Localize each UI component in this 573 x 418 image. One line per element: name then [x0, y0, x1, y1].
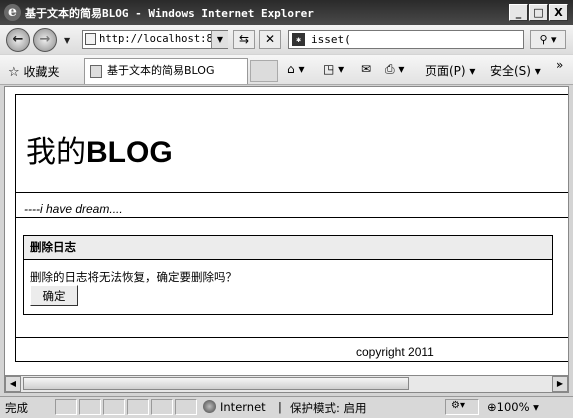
- address-input[interactable]: http://localhost:8: [82, 30, 228, 49]
- favorites-label: 收藏夹: [23, 65, 60, 79]
- mail-button[interactable]: ✉: [361, 62, 371, 76]
- status-cell: [55, 399, 77, 415]
- minimize-button[interactable]: _: [509, 4, 528, 21]
- horizontal-scrollbar[interactable]: ◀ ▶: [4, 376, 569, 393]
- protected-mode: 保护模式: 启用: [290, 401, 367, 415]
- compatibility-view-button[interactable]: ⇆: [233, 30, 255, 49]
- zoom-value: 100%: [496, 400, 530, 414]
- favorites-bar: ☆ 收藏夹 基于文本的简易BLOG ⌂ ▾ ◳ ▾ ✉ ⎙ ▾ 页面(P) ▾ …: [0, 55, 573, 85]
- status-bar: 完成 Internet | 保护模式: 启用 ⚙▾ ⊕100% ▾: [0, 396, 573, 418]
- browser-tab[interactable]: 基于文本的简易BLOG: [84, 58, 248, 84]
- security-cell[interactable]: ⚙▾: [445, 399, 479, 415]
- printer-icon: ⎙: [385, 62, 395, 76]
- search-provider-icon: ✱: [292, 33, 305, 46]
- rss-icon: ◳: [323, 62, 335, 76]
- chevron-down-icon: ▼: [216, 35, 224, 44]
- address-text: http://localhost:8: [99, 33, 213, 45]
- zone-text: Internet: [220, 400, 266, 414]
- status-cell: [127, 399, 149, 415]
- maximize-button[interactable]: □: [529, 4, 548, 21]
- more-commands-icon[interactable]: »: [556, 58, 563, 72]
- refresh-arrows-icon: ⇆: [238, 32, 250, 46]
- confirm-button[interactable]: 确定: [30, 285, 78, 306]
- dialog-title: 删除日志: [24, 236, 552, 260]
- safety-menu-label: 安全(S): [490, 64, 531, 78]
- zone-indicator: Internet: [203, 400, 266, 414]
- ie-logo-icon: e: [4, 4, 21, 21]
- tab-page-icon: [90, 64, 102, 78]
- page-viewport: 我的BLOG ----i have dream.... 删除日志 删除的日志将无…: [4, 86, 569, 376]
- forward-arrow-icon: →: [39, 32, 51, 47]
- favorites-star-icon: ☆: [8, 65, 20, 80]
- footer-divider: [16, 337, 568, 338]
- zoom-control[interactable]: ⊕100% ▾: [487, 400, 539, 414]
- blog-page: 我的BLOG ----i have dream.... 删除日志 删除的日志将无…: [15, 94, 568, 362]
- tagline: ----i have dream....: [24, 202, 123, 216]
- security-icon: ⚙▾: [451, 400, 465, 411]
- window-title: 基于文本的简易BLOG - Windows Internet Explorer: [25, 7, 314, 20]
- new-tab-button[interactable]: [250, 60, 278, 82]
- stop-button[interactable]: ✕: [259, 30, 281, 49]
- delete-dialog: 删除日志 删除的日志将无法恢复，确定要删除吗？ 确定: [23, 235, 553, 315]
- scroll-left-icon[interactable]: ◀: [5, 376, 21, 392]
- status-text: 完成: [5, 401, 28, 415]
- page-title: 我的BLOG: [26, 127, 173, 171]
- forward-button[interactable]: →: [33, 28, 57, 52]
- copyright: copyright 2011: [356, 345, 434, 359]
- back-arrow-icon: ←: [12, 32, 24, 47]
- feeds-button[interactable]: ◳ ▾: [323, 62, 344, 76]
- favorites-button[interactable]: ☆ 收藏夹: [8, 63, 60, 80]
- status-separator: |: [278, 400, 282, 414]
- print-button[interactable]: ⎙ ▾: [385, 62, 404, 77]
- page-icon: [85, 33, 96, 45]
- status-cell: [175, 399, 197, 415]
- history-dropdown-icon[interactable]: ▼: [64, 36, 70, 45]
- back-button[interactable]: ←: [6, 28, 30, 52]
- page-menu-label: 页面(P): [425, 64, 466, 78]
- globe-icon: [203, 400, 216, 413]
- window-title-bar: e 基于文本的简易BLOG - Windows Internet Explore…: [0, 0, 573, 25]
- scroll-right-icon[interactable]: ▶: [552, 376, 568, 392]
- mail-icon: ✉: [361, 62, 372, 76]
- dialog-message: 删除的日志将无法恢复，确定要删除吗？: [30, 270, 237, 284]
- magnifier-icon: ⚲ ▾: [539, 33, 557, 46]
- scrollbar-thumb[interactable]: [23, 377, 409, 390]
- search-input[interactable]: ✱ isset(: [288, 30, 524, 49]
- status-cell: [151, 399, 173, 415]
- blog-header: 我的BLOG: [16, 95, 568, 193]
- tab-title: 基于文本的简易BLOG: [107, 64, 215, 77]
- close-window-button[interactable]: X: [549, 4, 568, 21]
- status-cell: [79, 399, 101, 415]
- home-button[interactable]: ⌂ ▾: [287, 62, 304, 76]
- status-cell: [103, 399, 125, 415]
- title-bold: BLOG: [86, 136, 173, 169]
- zoom-icon: ⊕: [487, 400, 497, 414]
- safety-menu[interactable]: 安全(S) ▾: [490, 62, 541, 79]
- search-button[interactable]: ⚲ ▾: [530, 30, 566, 49]
- address-dropdown-button[interactable]: ▼: [211, 31, 228, 48]
- page-menu[interactable]: 页面(P) ▾: [425, 62, 475, 79]
- home-icon: ⌂: [287, 62, 295, 76]
- search-text: isset(: [311, 33, 351, 46]
- divider: [16, 217, 568, 218]
- title-prefix: 我的: [26, 136, 86, 169]
- stop-x-icon: ✕: [264, 32, 276, 46]
- address-toolbar: ← → ▼ http://localhost:8 ▼ ⇆ ✕ ✱ isset( ⚲…: [0, 25, 573, 54]
